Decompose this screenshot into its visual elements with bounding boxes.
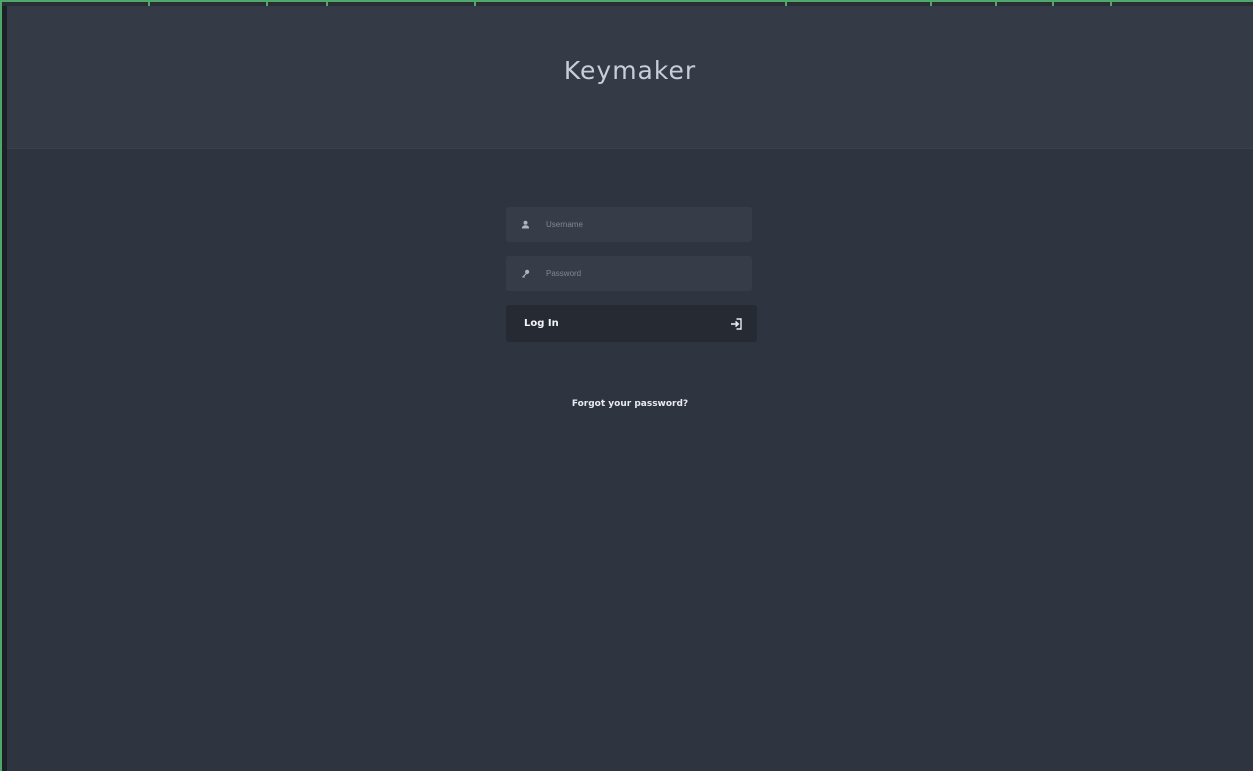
- username-input[interactable]: [546, 207, 742, 242]
- login-button-label: Log In: [524, 318, 559, 329]
- login-form: Log In: [506, 207, 757, 342]
- user-icon: [518, 207, 532, 242]
- password-input[interactable]: [546, 256, 742, 291]
- forgot-password-link[interactable]: Forgot your password?: [572, 399, 688, 409]
- sign-in-icon: [729, 317, 743, 331]
- app-root: Keymaker Log In: [7, 6, 1253, 771]
- key-icon: [518, 256, 532, 291]
- username-field[interactable]: [506, 207, 752, 242]
- app-title: Keymaker: [563, 56, 697, 85]
- password-field[interactable]: [506, 256, 752, 291]
- app-header: Keymaker: [7, 6, 1253, 149]
- forgot-password-container: Forgot your password?: [7, 393, 1253, 411]
- login-button[interactable]: Log In: [506, 305, 757, 342]
